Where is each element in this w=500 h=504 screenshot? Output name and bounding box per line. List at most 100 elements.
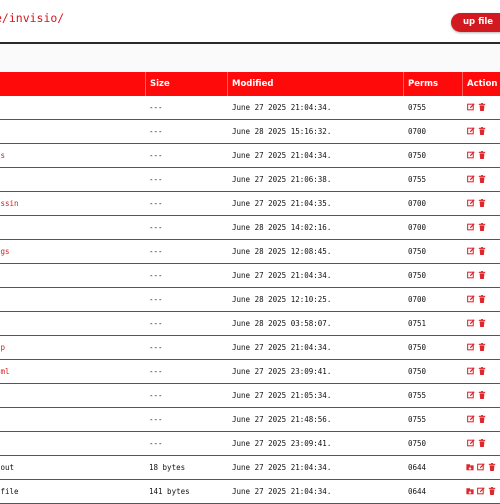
trash-icon[interactable] <box>488 487 496 495</box>
file-modified: June 27 2025 21:04:34. <box>232 463 332 472</box>
table-row: --- June 28 2025 14:02:16. 0700 <box>0 216 500 240</box>
file-perms[interactable]: 0750 <box>408 432 426 455</box>
edit-icon[interactable] <box>467 127 475 135</box>
file-name-link[interactable]: ogs <box>0 240 10 263</box>
file-size: --- <box>149 175 163 184</box>
file-modified: June 27 2025 21:06:38. <box>232 175 332 184</box>
file-modified: June 27 2025 21:04:34. <box>232 343 332 352</box>
trash-icon[interactable] <box>478 199 486 207</box>
table-row: --- June 27 2025 21:48:56. 0755 <box>0 408 500 432</box>
file-perms[interactable]: 0700 <box>408 216 426 239</box>
column-header-perms[interactable]: Perms <box>403 72 462 96</box>
row-actions <box>467 288 489 311</box>
file-name-link[interactable]: ds <box>0 144 5 167</box>
file-size: --- <box>149 295 163 304</box>
file-perms[interactable]: 0755 <box>408 96 426 119</box>
download-icon[interactable] <box>466 463 474 471</box>
trash-icon[interactable] <box>478 223 486 231</box>
file-size: --- <box>149 199 163 208</box>
row-actions <box>467 96 489 119</box>
trash-icon[interactable] <box>478 295 486 303</box>
file-perms[interactable]: 0750 <box>408 264 426 287</box>
file-size: --- <box>149 271 163 280</box>
table-row: assin --- June 27 2025 21:04:35. 0700 <box>0 192 500 216</box>
row-actions <box>467 168 489 191</box>
edit-icon[interactable] <box>467 295 475 303</box>
file-name-link[interactable]: gout <box>0 456 14 479</box>
file-perms[interactable]: 0751 <box>408 312 426 335</box>
file-perms[interactable]: 0700 <box>408 192 426 215</box>
file-modified: June 28 2025 12:10:25. <box>232 295 332 304</box>
trash-icon[interactable] <box>478 367 486 375</box>
edit-icon[interactable] <box>467 103 475 111</box>
trash-icon[interactable] <box>478 127 486 135</box>
trash-icon[interactable] <box>478 319 486 327</box>
edit-icon[interactable] <box>477 463 485 471</box>
file-modified: June 28 2025 03:58:07. <box>232 319 332 328</box>
trash-icon[interactable] <box>488 463 496 471</box>
file-size: --- <box>149 439 163 448</box>
trash-icon[interactable] <box>478 175 486 183</box>
row-actions <box>467 144 489 167</box>
file-size: 18 bytes <box>149 463 186 472</box>
file-size: --- <box>149 103 163 112</box>
edit-icon[interactable] <box>467 439 475 447</box>
file-modified: June 27 2025 23:09:41. <box>232 439 332 448</box>
download-icon[interactable] <box>466 487 474 495</box>
table-row: tp --- June 27 2025 21:04:34. 0750 <box>0 336 500 360</box>
file-size: --- <box>149 415 163 424</box>
column-header-name[interactable] <box>0 72 145 96</box>
file-perms[interactable]: 0750 <box>408 360 426 383</box>
file-perms[interactable]: 0755 <box>408 168 426 191</box>
trash-icon[interactable] <box>478 271 486 279</box>
edit-icon[interactable] <box>467 175 475 183</box>
file-perms[interactable]: 0644 <box>408 456 426 479</box>
column-header-modified[interactable]: Modified <box>227 72 403 96</box>
row-actions <box>467 312 489 335</box>
row-actions <box>466 456 499 479</box>
edit-icon[interactable] <box>467 151 475 159</box>
file-name-link[interactable]: tml <box>0 360 10 383</box>
row-actions <box>467 432 489 455</box>
file-modified: June 28 2025 14:02:16. <box>232 223 332 232</box>
file-perms[interactable]: 0700 <box>408 120 426 143</box>
row-actions <box>467 120 489 143</box>
edit-icon[interactable] <box>467 199 475 207</box>
trash-icon[interactable] <box>478 415 486 423</box>
file-perms[interactable]: 0755 <box>408 408 426 431</box>
edit-icon[interactable] <box>467 319 475 327</box>
file-name-link[interactable]: tp <box>0 336 5 359</box>
edit-icon[interactable] <box>467 415 475 423</box>
table-row: --- June 27 2025 21:04:34. 0750 <box>0 264 500 288</box>
file-name-link[interactable]: assin <box>0 192 19 215</box>
current-path[interactable]: e/invisio/ <box>0 11 64 25</box>
trash-icon[interactable] <box>478 439 486 447</box>
file-modified: June 27 2025 21:04:34. <box>232 271 332 280</box>
file-perms[interactable]: 0700 <box>408 288 426 311</box>
table-row: --- June 27 2025 23:09:41. 0750 <box>0 432 500 456</box>
row-actions <box>467 384 489 407</box>
file-perms[interactable]: 0750 <box>408 144 426 167</box>
edit-icon[interactable] <box>467 223 475 231</box>
trash-icon[interactable] <box>478 247 486 255</box>
column-header-size[interactable]: Size <box>145 72 227 96</box>
table-row: ogs --- June 28 2025 12:08:45. 0750 <box>0 240 500 264</box>
trash-icon[interactable] <box>478 343 486 351</box>
trash-icon[interactable] <box>478 151 486 159</box>
trash-icon[interactable] <box>478 103 486 111</box>
edit-icon[interactable] <box>477 487 485 495</box>
table-row: --- June 28 2025 03:58:07. 0751 <box>0 312 500 336</box>
edit-icon[interactable] <box>467 271 475 279</box>
file-perms[interactable]: 0755 <box>408 384 426 407</box>
edit-icon[interactable] <box>467 391 475 399</box>
file-perms[interactable]: 0750 <box>408 336 426 359</box>
table-row: --- June 27 2025 21:05:34. 0755 <box>0 384 500 408</box>
table-row: gout 18 bytes June 27 2025 21:04:34. 0644 <box>0 456 500 480</box>
file-perms[interactable]: 0750 <box>408 240 426 263</box>
trash-icon[interactable] <box>478 391 486 399</box>
edit-icon[interactable] <box>467 343 475 351</box>
upload-file-button[interactable]: up file <box>451 13 500 32</box>
edit-icon[interactable] <box>467 247 475 255</box>
edit-icon[interactable] <box>467 367 475 375</box>
top-bar: e/invisio/ up file <box>0 0 500 44</box>
